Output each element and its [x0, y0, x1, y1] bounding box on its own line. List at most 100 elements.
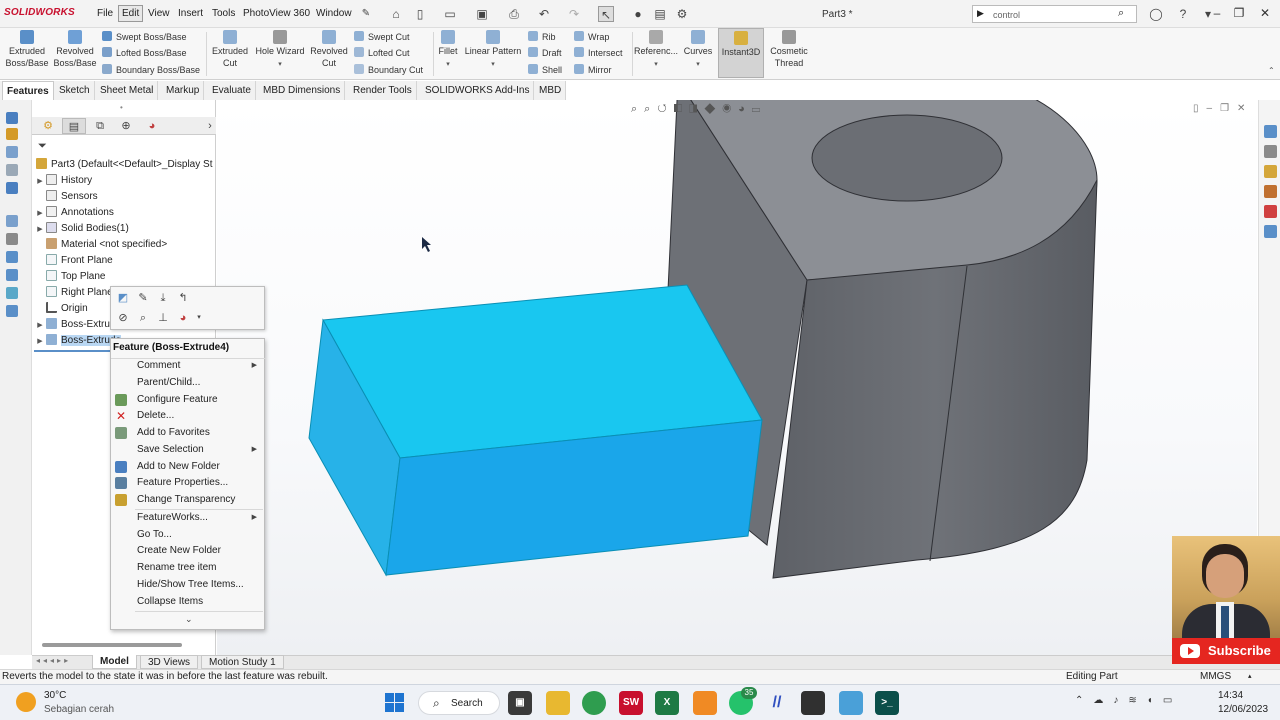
- menu-insert[interactable]: Insert: [175, 7, 206, 20]
- clock-time[interactable]: 14:34: [1218, 690, 1243, 701]
- units-selector[interactable]: MMGS: [1200, 670, 1231, 684]
- tab-model[interactable]: Model: [92, 655, 137, 669]
- menu-item-hide-show-tree-items[interactable]: Hide/Show Tree Items...: [137, 577, 261, 593]
- menu-item-comment[interactable]: Comment ▶: [137, 358, 261, 374]
- extruded-boss-button[interactable]: Extruded Boss/Base: [4, 30, 50, 69]
- scene-icon[interactable]: [6, 305, 18, 317]
- previous-view-icon[interactable]: ↺: [657, 103, 673, 115]
- zoom-to-selection-icon[interactable]: ⌕: [135, 310, 151, 326]
- boundary-cut-button[interactable]: Boundary Cut: [354, 63, 423, 77]
- intersect-button[interactable]: Intersect: [574, 46, 623, 60]
- feature-tool-icon[interactable]: [6, 128, 18, 140]
- subscribe-button[interactable]: Subscribe: [1172, 638, 1280, 664]
- app-orange-icon[interactable]: [693, 691, 717, 715]
- draft-button[interactable]: Draft: [528, 46, 562, 60]
- rebuild-icon[interactable]: ▤: [652, 6, 668, 22]
- select-cursor-icon[interactable]: ↖: [598, 6, 614, 22]
- view-orientation-icon[interactable]: ◨: [689, 103, 704, 115]
- instant3d-button[interactable]: Instant3D: [718, 28, 764, 78]
- options-gear-icon[interactable]: ⚙: [674, 6, 690, 22]
- viewport-restore-icon[interactable]: ❐: [1220, 103, 1237, 114]
- file-explorer-icon[interactable]: [1264, 165, 1277, 178]
- horizontal-scrollbar[interactable]: [42, 643, 182, 647]
- minimize-icon[interactable]: –: [1208, 5, 1226, 21]
- curves-dropdown-icon[interactable]: ▾: [696, 61, 700, 68]
- expand-arrow-icon[interactable]: ▶: [34, 334, 46, 349]
- menu-item-rename-tree-item[interactable]: Rename tree item: [137, 560, 261, 576]
- tab-mbd[interactable]: MBD: [535, 81, 567, 100]
- close-icon[interactable]: ✕: [1256, 5, 1274, 21]
- tab-sketch[interactable]: Sketch: [55, 81, 95, 100]
- tree-item-front-plane[interactable]: Front Plane: [32, 253, 216, 269]
- battery-icon[interactable]: ▭: [1163, 695, 1182, 706]
- lofted-boss-button[interactable]: Lofted Boss/Base: [102, 46, 187, 60]
- tree-item-material[interactable]: Material <not specified>: [32, 237, 216, 253]
- taskbar-search[interactable]: ⌕ Search: [418, 691, 500, 715]
- home-icon[interactable]: ⌂: [388, 6, 404, 22]
- expand-menu-icon[interactable]: ⌄: [185, 614, 193, 625]
- user-icon[interactable]: ◯: [1148, 6, 1164, 22]
- tree-item-annotations[interactable]: ▶ Annotations: [32, 205, 216, 221]
- appearance-icon[interactable]: ◕: [175, 310, 191, 326]
- units-dropdown-icon[interactable]: ▴: [1248, 670, 1252, 684]
- custom-properties-icon[interactable]: [1264, 225, 1277, 238]
- menu-item-feature-properties[interactable]: Feature Properties...: [137, 475, 261, 491]
- tab-render-tools[interactable]: Render Tools: [349, 81, 417, 100]
- mirror-button[interactable]: Mirror: [574, 63, 612, 77]
- collapse-ribbon-icon[interactable]: ⌃: [1268, 66, 1275, 75]
- menu-file[interactable]: File: [94, 7, 116, 20]
- cosmetic-thread-button[interactable]: Cosmetic Thread: [766, 30, 812, 69]
- hole-wizard-dropdown-icon[interactable]: ▾: [278, 61, 282, 68]
- linear-pattern-dropdown-icon[interactable]: ▾: [491, 61, 495, 68]
- clock-date[interactable]: 12/06/2023: [1218, 704, 1268, 715]
- dimxpert-tab-icon[interactable]: ⊕: [114, 118, 138, 134]
- appearance-icon[interactable]: [6, 287, 18, 299]
- reference-dropdown-icon[interactable]: ▾: [654, 61, 658, 68]
- viewport-window-controls[interactable]: ▯–❐✕: [1193, 103, 1253, 114]
- suppress-icon[interactable]: ⊘: [115, 310, 131, 326]
- selected-boss-extrude-body[interactable]: [308, 284, 763, 577]
- apply-scene-icon[interactable]: ▭: [752, 103, 767, 115]
- traffic-light-icon[interactable]: ●: [630, 6, 646, 22]
- boundary-boss-button[interactable]: Boundary Boss/Base: [102, 63, 200, 77]
- weather-description[interactable]: Sebagian cerah: [44, 704, 114, 715]
- file-explorer-icon[interactable]: [546, 691, 570, 715]
- rollback-icon[interactable]: ⤓: [155, 290, 171, 306]
- volume-icon[interactable]: ◖: [1147, 695, 1163, 706]
- system-tray[interactable]: ⌃☁♪≋◖▭: [1075, 695, 1182, 706]
- reference-geometry-button[interactable]: Referenc... ▾: [634, 30, 678, 71]
- feature-manager-tab-icon[interactable]: ⚙: [36, 118, 60, 134]
- menu-item-parent-child[interactable]: Parent/Child...: [137, 375, 261, 391]
- menu-item-delete[interactable]: Delete...: [137, 408, 261, 424]
- excel-icon[interactable]: X: [655, 691, 679, 715]
- splitter-handle-icon[interactable]: •: [120, 103, 123, 112]
- viewport-close-icon[interactable]: ✕: [1237, 103, 1253, 114]
- lofted-cut-button[interactable]: Lofted Cut: [354, 46, 410, 60]
- menu-item-go-to[interactable]: Go To...: [137, 527, 261, 543]
- hide-show-icon[interactable]: ◉: [722, 103, 738, 115]
- view-icon[interactable]: [6, 182, 18, 194]
- snipping-tool-icon[interactable]: [839, 691, 863, 715]
- edit-sketch-icon[interactable]: ✎: [135, 290, 151, 306]
- tab-sheet-metal[interactable]: Sheet Metal: [96, 81, 159, 100]
- revolved-boss-button[interactable]: Revolved Boss/Base: [52, 30, 98, 69]
- tab-scroll-arrows-icon[interactable]: ◂◂◂▸▸: [36, 656, 71, 665]
- solidworks-resources-icon[interactable]: [1264, 125, 1277, 138]
- display-style-icon[interactable]: ◆: [704, 103, 722, 115]
- menu-item-collapse-items[interactable]: Collapse Items: [137, 594, 261, 610]
- normal-to-icon[interactable]: ⊥: [155, 310, 171, 326]
- toolbox-icon[interactable]: [6, 164, 18, 176]
- swept-cut-button[interactable]: Swept Cut: [354, 30, 410, 44]
- menu-window[interactable]: Window: [313, 7, 355, 20]
- display-icon[interactable]: [6, 251, 18, 263]
- chrome-icon[interactable]: [582, 691, 606, 715]
- dimension-icon[interactable]: [6, 215, 18, 227]
- tab-motion-study[interactable]: Motion Study 1: [201, 655, 284, 669]
- fillet-dropdown-icon[interactable]: ▾: [446, 61, 450, 68]
- tab-mbd-dimensions[interactable]: MBD Dimensions: [259, 81, 346, 100]
- zoom-to-fit-icon[interactable]: ⌕: [631, 103, 644, 115]
- task-view-icon[interactable]: ▣: [508, 691, 532, 715]
- microphone-icon[interactable]: ♪: [1113, 695, 1128, 706]
- fillet-button[interactable]: Fillet ▾: [436, 30, 460, 71]
- revolved-cut-button[interactable]: Revolved Cut: [308, 30, 350, 69]
